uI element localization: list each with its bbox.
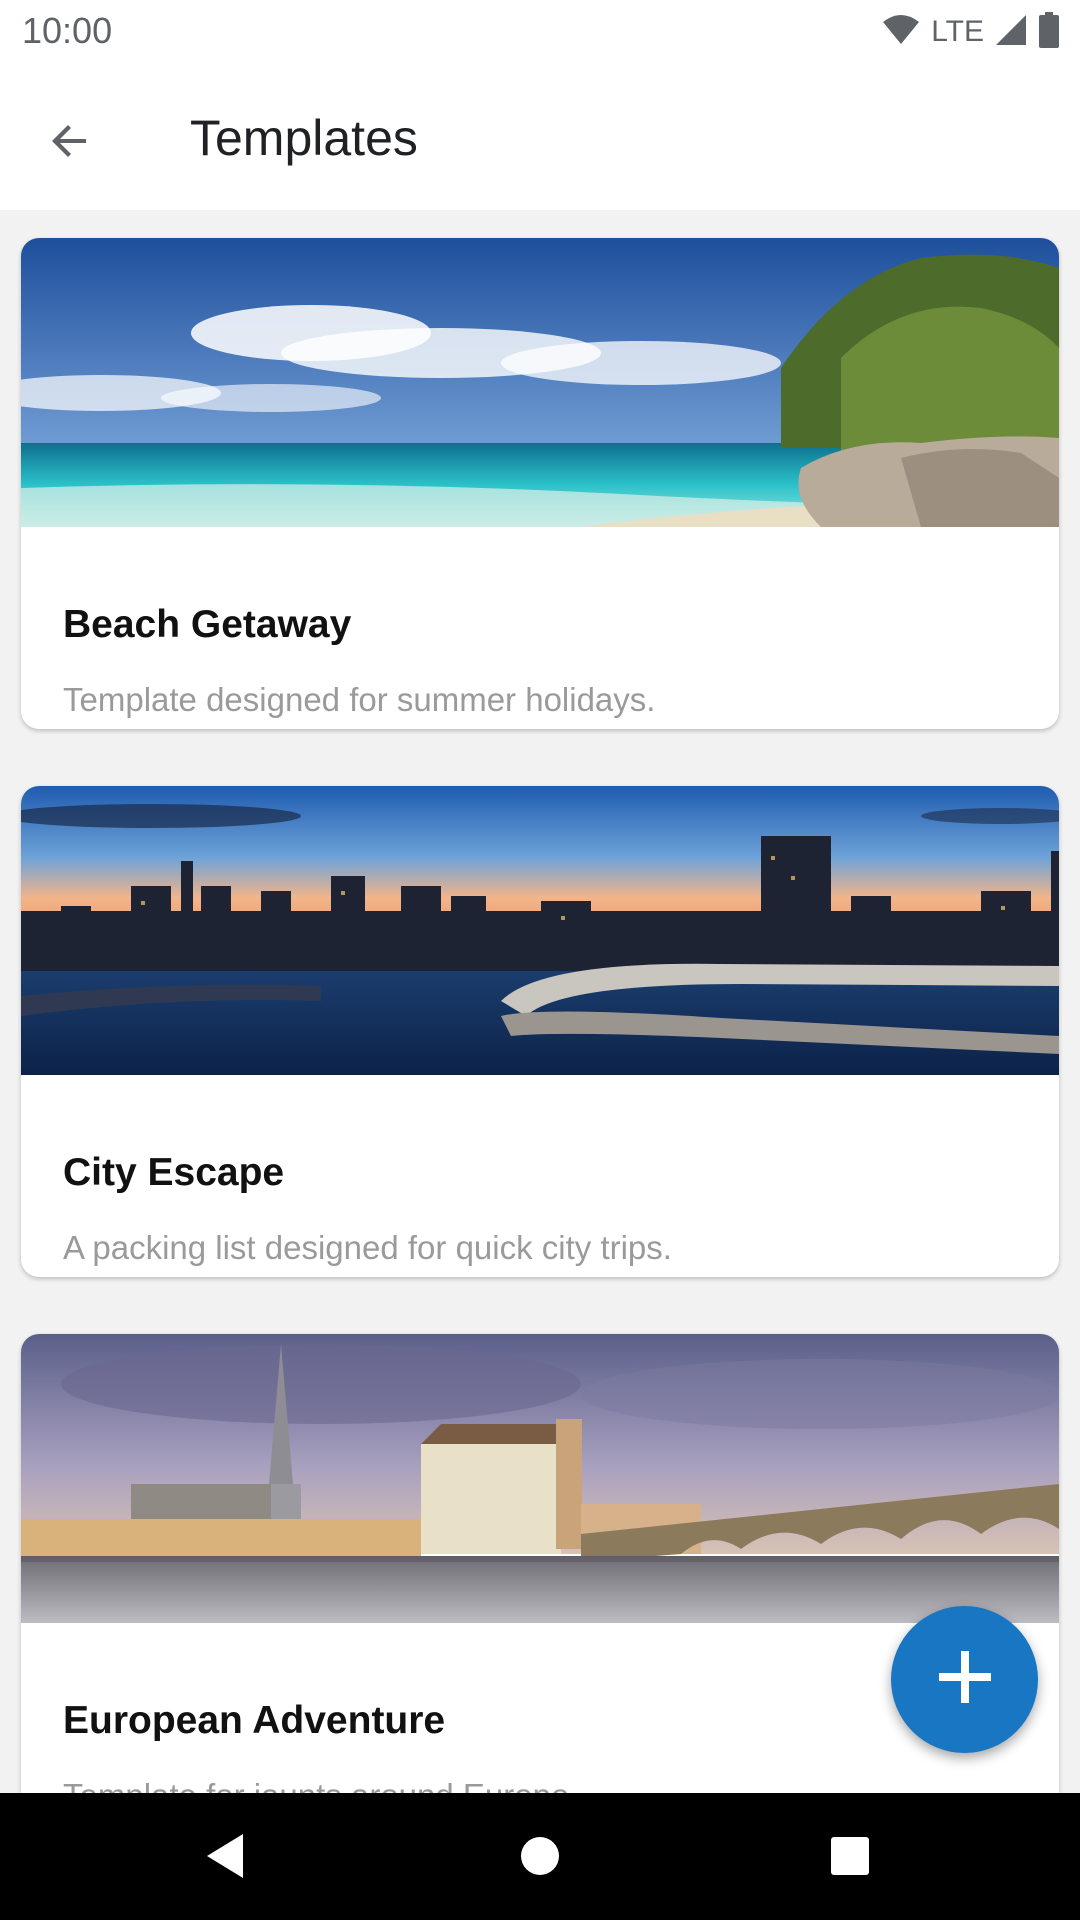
card-description: Template designed for summer holidays. [63,681,656,718]
card-title: City Escape [63,1151,285,1194]
back-triangle-icon [203,1832,247,1885]
page-title: Templates [190,110,418,166]
system-nav-bar [0,1793,1080,1920]
card-title: Beach Getaway [63,603,352,646]
signal-icon [994,13,1028,52]
recents-square-icon [830,1836,870,1881]
nav-back-button[interactable] [190,1823,260,1893]
arrow-back-icon [46,117,94,170]
battery-icon [1038,11,1060,53]
status-bar: 10:00 LTE [0,0,1080,63]
european-town-photo [21,1334,1059,1623]
beach-photo [21,238,1059,527]
card-description: Template for jaunts around Europe. [63,1777,578,1793]
card-title: European Adventure [63,1699,446,1742]
app-bar: Templates [0,63,1080,210]
network-type: LTE [931,15,984,48]
template-list: Beach Getaway Template designed for summ… [0,210,1080,1793]
nav-recents-button[interactable] [815,1823,885,1893]
wifi-icon [881,14,921,51]
city-skyline-photo [21,786,1059,1075]
status-icons: LTE [881,11,1060,53]
home-circle-icon [520,1836,560,1881]
add-template-button[interactable] [891,1606,1038,1753]
back-button[interactable] [30,103,110,183]
template-card-beach-getaway[interactable]: Beach Getaway Template designed for summ… [21,238,1059,729]
nav-home-button[interactable] [505,1823,575,1893]
template-card-city-escape[interactable]: City Escape A packing list designed for … [21,786,1059,1277]
plus-icon [935,1647,995,1712]
card-description: A packing list designed for quick city t… [63,1229,672,1266]
template-card-european-adventure[interactable]: European Adventure Template for jaunts a… [21,1334,1059,1793]
status-time: 10:00 [22,10,113,51]
